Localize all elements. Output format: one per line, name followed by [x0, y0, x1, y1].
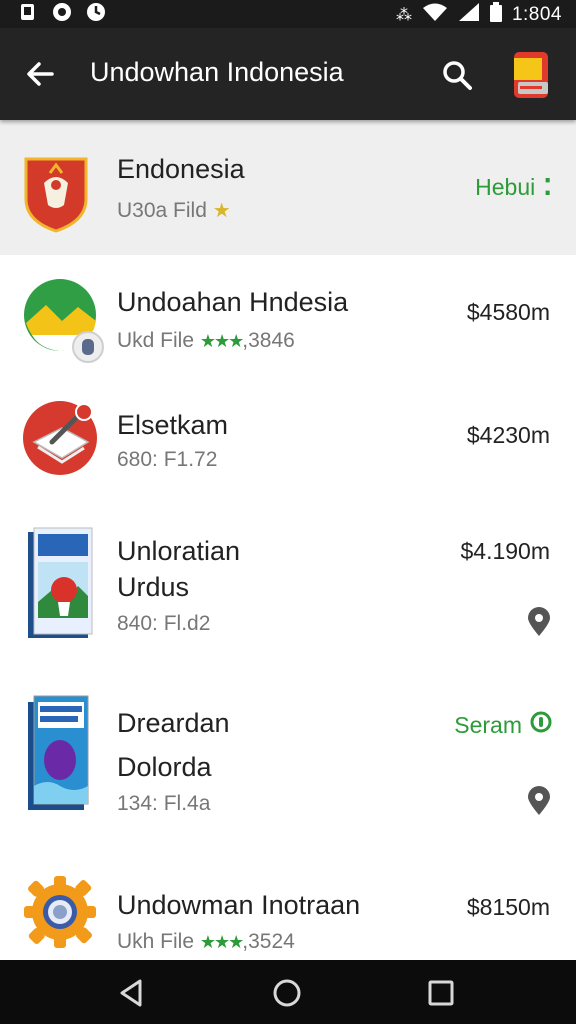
item-subtitle: Ukh File ★★★,3524: [117, 930, 295, 954]
rating-count: ,3846: [242, 329, 295, 352]
item-action[interactable]: Seram: [454, 710, 552, 740]
list-item[interactable]: Undowman Inotraan Ukh File ★★★,3524 $815…: [0, 854, 576, 960]
item-subtitle-text: Ukd File: [117, 329, 195, 352]
rating-stars: ★★★: [199, 932, 244, 952]
item-price: $4580m: [466, 299, 550, 325]
status-time: 1:804: [511, 4, 562, 25]
camera-icon: [52, 2, 72, 22]
location-pin-icon[interactable]: [526, 607, 552, 637]
rating-stars: ★★★: [199, 331, 244, 351]
settings-gear-icon: [22, 874, 98, 950]
item-subtitle-text: U30a Fild: [117, 199, 207, 222]
battery-icon: [489, 2, 502, 28]
notification-icon: [18, 2, 38, 22]
book-cover-icon: [26, 524, 96, 640]
item-price: $8150m: [466, 894, 550, 920]
arrow-left-icon[interactable]: [22, 56, 58, 92]
item-name: Unloratian: [117, 536, 241, 566]
list-item[interactable]: Elsetkam 680: F1.72 $4230m: [0, 378, 576, 501]
item-name: Elsetkam: [117, 410, 229, 440]
item-action-label: Seram: [454, 711, 522, 738]
system-nav-bar: [0, 960, 576, 1024]
location-pin-icon[interactable]: [526, 786, 552, 816]
map-app-icon: [22, 277, 106, 363]
item-subtitle: 680: F1.72: [117, 448, 218, 471]
status-bar: ⁂ 1:804: [0, 0, 576, 28]
crest-icon: [22, 155, 90, 233]
info-circle-icon[interactable]: [530, 710, 552, 740]
item-subtitle: 840: Fl.d2: [117, 612, 211, 635]
nav-recents-icon[interactable]: [424, 976, 458, 1010]
rating-count: ,3524: [242, 930, 295, 953]
vibrate-icon: ⁂: [395, 7, 412, 24]
item-name: Undoahan Hndesia: [117, 287, 349, 317]
item-subtitle-text: Ukh File: [117, 930, 195, 953]
signal-icon: [458, 2, 480, 28]
list-item[interactable]: Undoahan Hndesia Ukd File ★★★,3846 $4580…: [0, 255, 576, 379]
list-item[interactable]: Endonesia U30a Fild ★ Hebui ⁚: [0, 120, 576, 256]
notepad-icon: [22, 398, 100, 478]
more-vert-icon[interactable]: ⁚: [543, 174, 552, 201]
item-subtitle: Ukd File ★★★,3846: [117, 329, 295, 353]
app-icon: [86, 2, 106, 22]
item-subtitle: 134: Fl.4a: [117, 792, 211, 815]
item-subtitle: U30a Fild ★: [117, 198, 231, 223]
item-name: Endonesia: [117, 154, 245, 184]
list-item[interactable]: Unloratian Urdus 840: Fl.d2 $4.190m: [0, 500, 576, 671]
nav-back-icon[interactable]: [114, 976, 148, 1010]
flag-icon[interactable]: [510, 50, 552, 100]
item-name-line2: Urdus: [117, 572, 190, 602]
item-price: $4230m: [466, 422, 550, 448]
list-item[interactable]: Dreardan Dolorda 134: Fl.4a Seram: [0, 670, 576, 855]
app-bar: Undowhan Indonesia: [0, 28, 576, 120]
item-name: Dreardan: [117, 708, 230, 738]
app-list: Endonesia U30a Fild ★ Hebui ⁚ Undoahan H…: [0, 120, 576, 960]
rating-star-icon: ★: [212, 200, 231, 222]
wifi-icon: [422, 2, 448, 28]
item-price: $4.190m: [460, 538, 550, 564]
item-action[interactable]: Hebui ⁚: [475, 174, 552, 201]
nav-home-icon[interactable]: [270, 976, 304, 1010]
search-icon[interactable]: [440, 58, 474, 92]
book-cover-icon: [26, 692, 90, 812]
item-action-label: Hebui: [475, 174, 536, 200]
page-title: Undowhan Indonesia: [90, 57, 344, 87]
item-name: Undowman Inotraan: [117, 890, 361, 920]
item-name-line2: Dolorda: [117, 752, 212, 782]
